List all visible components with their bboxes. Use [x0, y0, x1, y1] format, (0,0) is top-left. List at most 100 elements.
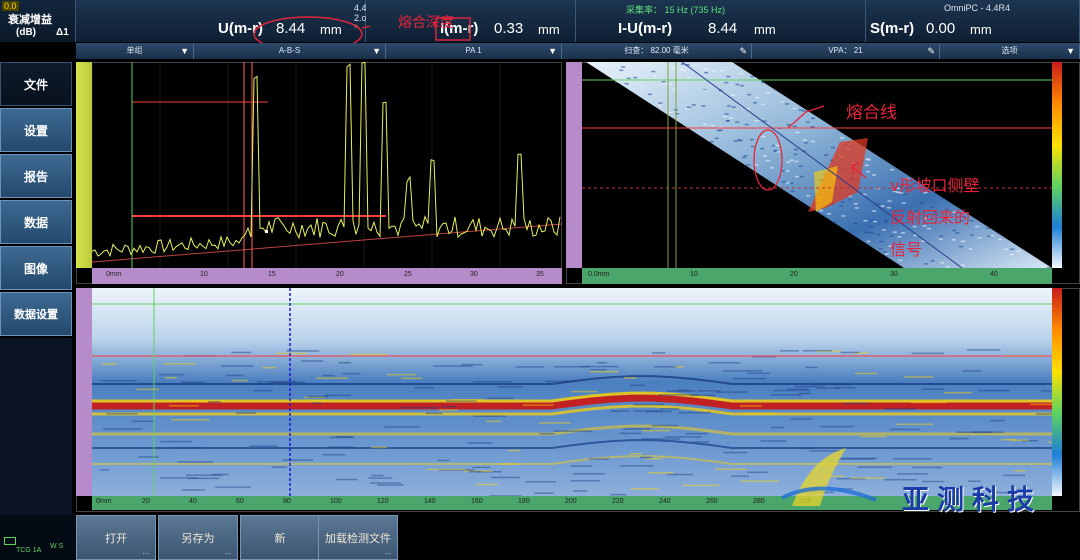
- save-as-button[interactable]: 另存为...: [158, 515, 238, 560]
- dropdown-arrow-icon: ▼: [180, 46, 189, 56]
- new-button[interactable]: 新: [240, 515, 320, 560]
- menu-data-settings[interactable]: 数据设置: [0, 292, 72, 336]
- sscan-speckle-dot: [900, 232, 905, 234]
- sscan-speckle-dot: [647, 63, 652, 65]
- sscan-speckle-dot: [640, 85, 645, 87]
- sscan-speckle-dot: [1003, 248, 1008, 251]
- sscan-speckle-dot: [786, 124, 791, 126]
- bscan-speckle: [658, 394, 699, 396]
- sscan-speckle-dot: [724, 113, 729, 115]
- bscan-left-ruler[interactable]: [76, 288, 92, 496]
- sscan-speckle-dot: [770, 167, 774, 169]
- bscan-speckle: [215, 486, 251, 488]
- bscan-speckle: [1003, 474, 1026, 477]
- bscan-speckle: [760, 440, 787, 442]
- toolbar-group-select[interactable]: 单组 ▼: [76, 43, 194, 59]
- bscan-speckle: [779, 350, 799, 352]
- sscan-speckle-dot: [824, 154, 828, 156]
- bscan-speckle: [966, 349, 1001, 351]
- bscan-speckle: [271, 466, 288, 468]
- bscan-speckle: [896, 423, 933, 425]
- s-label: S(m-r): [870, 20, 915, 37]
- sscan-speckle-dot: [735, 121, 740, 123]
- bscan-speckle: [989, 419, 1005, 422]
- bscan-speckle: [633, 410, 663, 412]
- battery-icon: [4, 537, 16, 545]
- bscan-image[interactable]: [92, 288, 1052, 496]
- bscan-speckle: [384, 426, 421, 428]
- s-value: 0.00: [926, 20, 956, 37]
- sscan-speckle-dot: [794, 175, 799, 178]
- gain-panel[interactable]: 0.0 衰减增益 (dB) Δ1: [0, 0, 76, 42]
- open-button[interactable]: 打开...: [76, 515, 156, 560]
- sscan-speckle-dot: [990, 234, 995, 237]
- sscan-speckle-dot: [663, 82, 668, 84]
- sscan-speckle-dot: [998, 238, 1003, 241]
- bscan-speckle: [723, 370, 763, 372]
- bscan-speckle: [106, 413, 138, 415]
- gain-delta: Δ1: [56, 27, 69, 38]
- load-inspection-file-button[interactable]: 加载检测文件...: [318, 515, 398, 560]
- bscan-speckle: [169, 405, 199, 407]
- sscan-speckle-dot: [724, 81, 729, 84]
- sscan-speckle-dot: [869, 226, 874, 228]
- menu-filler: [0, 338, 72, 515]
- sscan-tick: 10: [690, 271, 698, 278]
- bscan-speckle: [160, 440, 192, 443]
- sscan-speckle-dot: [753, 102, 757, 104]
- sscan-speckle-dot: [961, 240, 966, 242]
- bscan-speckle: [678, 411, 711, 414]
- sscan-speckle-dot: [793, 153, 798, 156]
- menu-image[interactable]: 图像: [0, 246, 72, 290]
- dropdown-arrow-icon: ▼: [1066, 46, 1075, 56]
- bscan-speckle: [630, 488, 659, 490]
- ascan-plot[interactable]: [92, 62, 562, 268]
- sscan-speckle-dot: [755, 96, 759, 99]
- sscan-left-ruler[interactable]: [566, 62, 582, 268]
- sscan-speckle-dot: [960, 264, 965, 266]
- bscan-axis-start: 0mm: [96, 498, 112, 505]
- bscan-speckle: [501, 463, 518, 465]
- sscan-speckle-dot: [1047, 267, 1052, 268]
- sscan-speckle-dot: [853, 203, 858, 205]
- bscan-speckle: [253, 389, 273, 392]
- sscan-speckle-dot: [775, 144, 779, 147]
- menu-report[interactable]: 报告: [0, 154, 72, 198]
- sscan-speckle-dot: [754, 119, 759, 122]
- ascan-tick: 20: [336, 271, 344, 278]
- sscan-speckle-dot: [737, 139, 741, 141]
- bscan-speckle: [793, 385, 826, 388]
- toolbar-vpa[interactable]: VPA： 21 ✎: [752, 43, 940, 59]
- sscan-speckle-dot: [794, 148, 798, 151]
- bscan-speckle: [208, 401, 221, 403]
- sscan-speckle-dot: [968, 248, 973, 250]
- menu-settings[interactable]: 设置: [0, 108, 72, 152]
- sscan-speckle-dot: [879, 240, 884, 243]
- sscan-speckle-dot: [733, 140, 738, 142]
- sscan-image[interactable]: [582, 62, 1052, 268]
- sscan-speckle-dot: [810, 140, 815, 143]
- bscan-speckle: [588, 458, 610, 460]
- ascan-left-ruler[interactable]: [76, 62, 92, 268]
- toolbar-view-select[interactable]: A-B-S ▼: [194, 43, 386, 59]
- menu-file[interactable]: 文件: [0, 62, 72, 106]
- sscan-bottom-ruler[interactable]: [582, 268, 1052, 284]
- sscan-speckle-dot: [892, 231, 897, 233]
- bscan-speckle: [377, 484, 404, 486]
- sscan-speckle-dot: [794, 160, 799, 163]
- bscan-speckle: [903, 376, 934, 378]
- bscan-speckle: [651, 424, 679, 427]
- toolbar-options[interactable]: 选项 ▼: [940, 43, 1080, 59]
- bscan-speckle: [369, 482, 401, 484]
- toolbar-probe-select[interactable]: PA 1 ▼: [386, 43, 562, 59]
- bscan-speckle: [692, 441, 710, 443]
- sscan-speckle-dot: [959, 245, 964, 248]
- ascan-bottom-ruler[interactable]: [92, 268, 562, 284]
- menu-data[interactable]: 数据: [0, 200, 72, 244]
- bscan-speckle: [978, 389, 1010, 392]
- bscan-speckle: [1009, 439, 1030, 441]
- toolbar-scan-position[interactable]: 扫查： 82.00 毫米 ✎: [562, 43, 752, 59]
- bscan-speckle: [342, 372, 361, 375]
- bscan-speckle: [798, 392, 812, 395]
- sscan-tick: 30: [890, 271, 898, 278]
